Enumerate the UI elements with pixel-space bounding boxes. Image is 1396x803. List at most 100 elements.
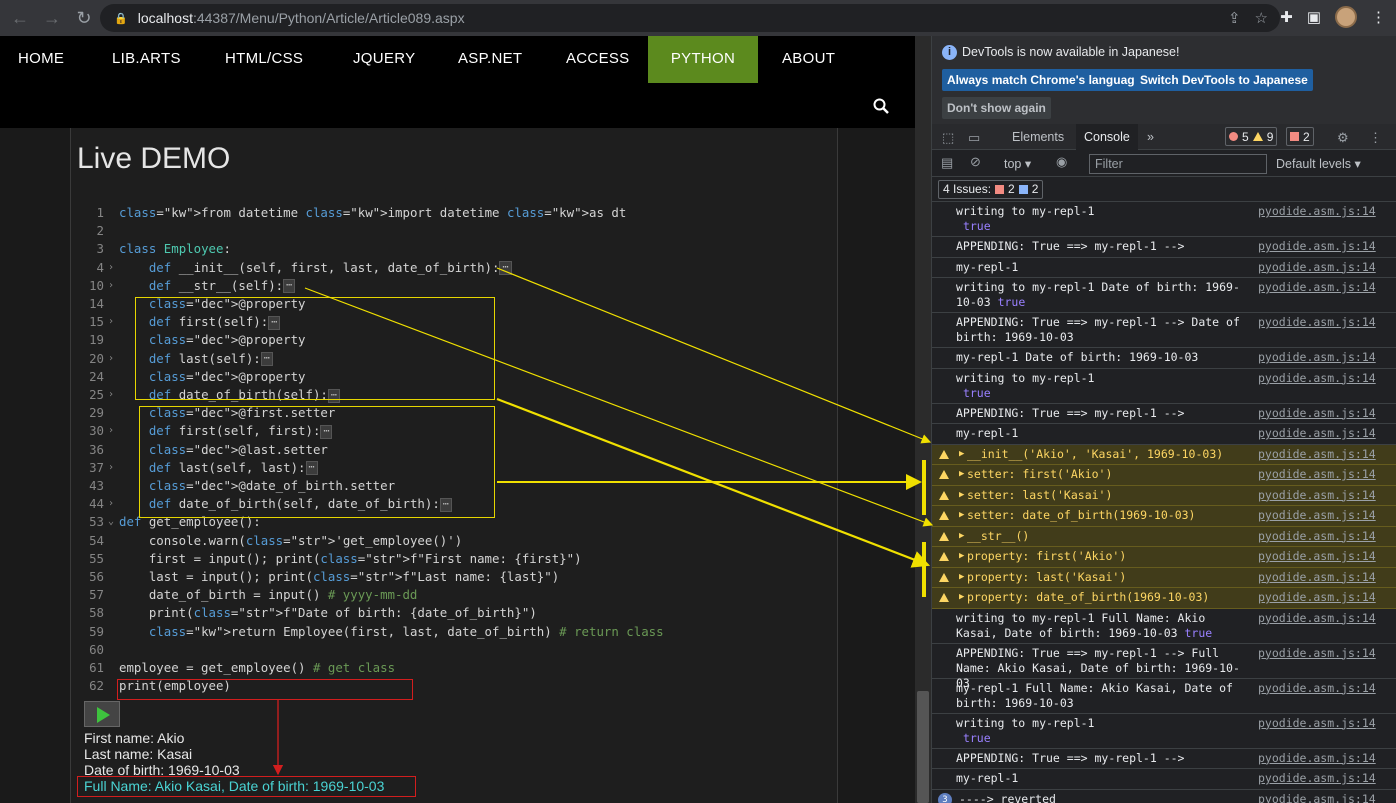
search-icon[interactable]: [873, 98, 889, 119]
fold-chevron-icon[interactable]: ›: [108, 495, 114, 513]
fold-chevron-icon[interactable]: ›: [108, 277, 114, 295]
console-source-link[interactable]: pyodide.asm.js:14: [1258, 350, 1376, 365]
console-source-link[interactable]: pyodide.asm.js:14: [1258, 406, 1376, 421]
console-log-row[interactable]: APPENDING: True ==> my-repl-1 --> pyodide…: [932, 749, 1396, 769]
console-source-link[interactable]: pyodide.asm.js:14: [1258, 371, 1376, 386]
expand-caret-icon[interactable]: ▶: [959, 590, 964, 605]
fold-chevron-icon[interactable]: ›: [108, 459, 114, 477]
code-line[interactable]: 58 print(class="str">f"Date of birth: {d…: [82, 604, 822, 622]
console-log-row[interactable]: writing to my-repl-1 true pyodide.asm.js:…: [932, 202, 1396, 237]
code-line[interactable]: 55 first = input(); print(class="str">f"…: [82, 550, 822, 568]
folded-ellipsis[interactable]: ⋯: [283, 279, 296, 294]
expand-caret-icon[interactable]: ▶: [959, 447, 964, 462]
console-source-link[interactable]: pyodide.asm.js:14: [1258, 508, 1376, 523]
console-warning-row[interactable]: ▶ __str__() pyodide.asm.js:14: [932, 526, 1396, 547]
inspect-icon[interactable]: ⬚: [942, 130, 954, 146]
share-icon[interactable]: ⇪: [1228, 9, 1241, 27]
console-log-row[interactable]: my-repl-1 pyodide.asm.js:14: [932, 258, 1396, 278]
expand-caret-icon[interactable]: ▶: [959, 570, 964, 585]
console-log-row[interactable]: writing to my-repl-1 true pyodide.asm.js:…: [932, 714, 1396, 749]
console-log-row[interactable]: APPENDING: True ==> my-repl-1 --> pyodide…: [932, 237, 1396, 258]
console-source-link[interactable]: pyodide.asm.js:14: [1258, 426, 1376, 441]
console-source-link[interactable]: pyodide.asm.js:14: [1258, 590, 1376, 605]
fold-chevron-icon[interactable]: ›: [108, 350, 114, 368]
forward-icon[interactable]: →: [36, 0, 68, 36]
console-log-row[interactable]: my-repl-1 pyodide.asm.js:14: [932, 424, 1396, 445]
nav-item-access[interactable]: ACCESS: [566, 36, 630, 83]
console-source-link[interactable]: pyodide.asm.js:14: [1258, 771, 1376, 786]
match-language-button[interactable]: Always match Chrome's language: [942, 69, 1147, 91]
console-log-row[interactable]: writing to my-repl-1 Full Name: Akio Kas…: [932, 609, 1396, 644]
page-scrollbar-thumb[interactable]: [917, 691, 929, 803]
code-line[interactable]: 57 date_of_birth = input() # yyyy-mm-dd: [82, 586, 822, 604]
fold-chevron-icon[interactable]: ›: [108, 313, 114, 331]
console-source-link[interactable]: pyodide.asm.js:14: [1258, 467, 1376, 482]
console-log-row[interactable]: writing to my-repl-1 true pyodide.asm.js:…: [932, 369, 1396, 404]
expand-caret-icon[interactable]: ▶: [959, 508, 964, 523]
folded-ellipsis[interactable]: ⋯: [499, 261, 512, 276]
fold-chevron-icon[interactable]: ›: [108, 386, 114, 404]
nav-item-python[interactable]: PYTHON: [648, 36, 758, 83]
console-source-link[interactable]: pyodide.asm.js:14: [1258, 529, 1376, 544]
settings-gear-icon[interactable]: ⚙: [1337, 130, 1349, 146]
fold-chevron-icon[interactable]: ›: [108, 422, 114, 440]
expand-caret-icon[interactable]: ▶: [959, 488, 964, 503]
console-log-row[interactable]: my-repl-1 pyodide.asm.js:14: [932, 769, 1396, 790]
switch-language-button[interactable]: Switch DevTools to Japanese: [1135, 69, 1313, 91]
console-source-link[interactable]: pyodide.asm.js:14: [1258, 549, 1376, 564]
console-log-row[interactable]: APPENDING: True ==> my-repl-1 --> Full N…: [932, 644, 1396, 690]
sidebar-toggle-icon[interactable]: ▤: [941, 155, 953, 171]
console-warning-row[interactable]: ▶ setter: date_of_birth(1969-10-03) pyodid…: [932, 506, 1396, 527]
address-bar[interactable]: 🔒 localhost:44387/Menu/Python/Article/Ar…: [100, 4, 1280, 32]
console-log-row[interactable]: APPENDING: True ==> my-repl-1 --> pyodide…: [932, 404, 1396, 424]
side-panel-icon[interactable]: ▣: [1307, 8, 1321, 26]
extensions-icon[interactable]: ✚: [1280, 8, 1293, 26]
code-line[interactable]: 59 class="kw">return Employee(first, las…: [82, 623, 822, 641]
code-line[interactable]: 54 console.warn(class="str">'get_employe…: [82, 532, 822, 550]
tab-console[interactable]: Console: [1076, 124, 1138, 150]
expand-caret-icon[interactable]: ▶: [959, 549, 964, 564]
code-line[interactable]: 10 › def __str__(self): ⋯: [82, 277, 822, 295]
expand-caret-icon[interactable]: ▶: [959, 467, 964, 482]
console-warning-row[interactable]: ▶ __init__('Akio', 'Kasai', 1969-10-03) py…: [932, 444, 1396, 465]
console-warning-row[interactable]: ▶ property: last('Kasai') pyodide.asm.js:1…: [932, 567, 1396, 588]
code-line[interactable]: 3 class Employee:: [82, 240, 822, 258]
console-source-link[interactable]: pyodide.asm.js:14: [1258, 204, 1376, 219]
run-button[interactable]: [84, 701, 120, 727]
console-log-row[interactable]: APPENDING: True ==> my-repl-1 --> Date o…: [932, 313, 1396, 348]
console-warning-row[interactable]: ▶ setter: last('Kasai') pyodide.asm.js:14: [932, 485, 1396, 506]
console-source-link[interactable]: pyodide.asm.js:14: [1258, 570, 1376, 585]
nav-item-home[interactable]: HOME: [18, 36, 64, 83]
bookmark-star-icon[interactable]: ☆: [1255, 9, 1268, 27]
nav-item-about[interactable]: ABOUT: [782, 36, 835, 83]
console-source-link[interactable]: pyodide.asm.js:14: [1258, 751, 1376, 766]
console-source-link[interactable]: pyodide.asm.js:14: [1258, 611, 1376, 626]
code-line[interactable]: 56 last = input(); print(class="str">f"L…: [82, 568, 822, 586]
context-selector[interactable]: top ▾: [1004, 156, 1031, 171]
console-log-row[interactable]: writing to my-repl-1 Date of birth: 1969…: [932, 278, 1396, 313]
log-levels-dropdown[interactable]: Default levels ▾: [1276, 156, 1361, 171]
code-line[interactable]: 4 › def __init__(self, first, last, date_…: [82, 259, 822, 277]
tab-elements[interactable]: Elements: [1012, 124, 1064, 150]
console-source-link[interactable]: pyodide.asm.js:14: [1258, 681, 1376, 696]
console-log-row[interactable]: my-repl-1 Full Name: Akio Kasai, Date of…: [932, 679, 1396, 714]
console-source-link[interactable]: pyodide.asm.js:14: [1258, 716, 1376, 731]
issues-badge[interactable]: 2: [1286, 127, 1314, 146]
dont-show-again-button[interactable]: Don't show again: [942, 97, 1051, 119]
fold-chevron-icon[interactable]: ⌄: [108, 513, 114, 531]
console-filter-input[interactable]: Filter: [1089, 154, 1267, 174]
nav-item-aspnet[interactable]: ASP.NET: [458, 36, 522, 83]
chrome-menu-icon[interactable]: ⋮: [1371, 8, 1386, 26]
nav-item-libarts[interactable]: LIB.ARTS: [112, 36, 181, 83]
console-source-link[interactable]: pyodide.asm.js:14: [1258, 260, 1376, 275]
page-scrollbar[interactable]: [915, 36, 931, 803]
console-warning-row[interactable]: ▶ setter: first('Akio') pyodide.asm.js:14: [932, 465, 1396, 486]
profile-avatar[interactable]: [1335, 6, 1357, 28]
console-source-link[interactable]: pyodide.asm.js:14: [1258, 488, 1376, 503]
console-source-link[interactable]: pyodide.asm.js:14: [1258, 447, 1376, 462]
more-options-icon[interactable]: ⋮: [1369, 130, 1382, 146]
code-line[interactable]: 2: [82, 222, 822, 240]
reload-icon[interactable]: ↻: [68, 0, 100, 36]
nav-item-htmlcss[interactable]: HTML/CSS: [225, 36, 303, 83]
console-source-link[interactable]: pyodide.asm.js:14: [1258, 315, 1376, 330]
